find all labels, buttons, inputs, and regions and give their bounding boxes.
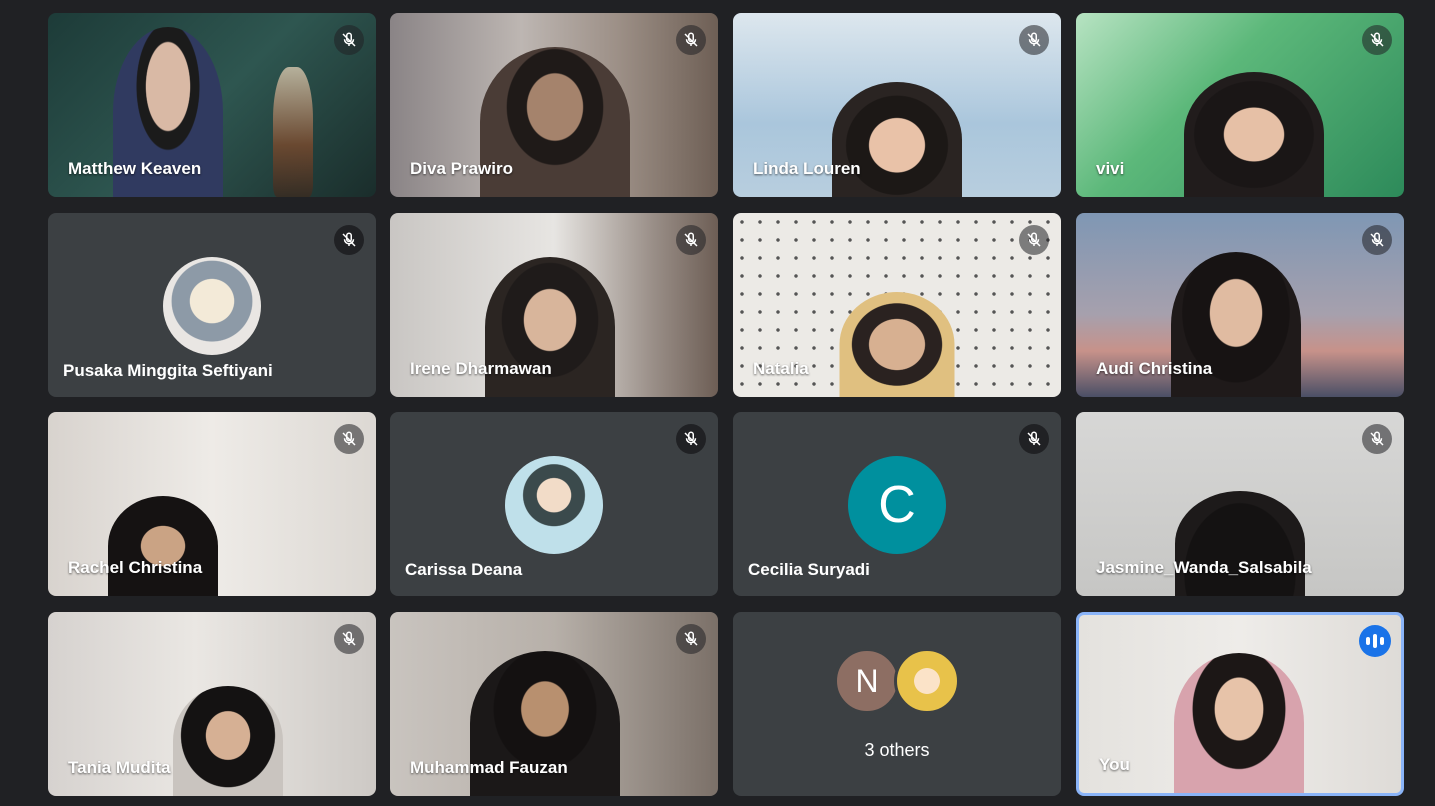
- participant-name: Matthew Keaven: [68, 159, 202, 178]
- mic-off-icon: [334, 424, 364, 454]
- participant-name: Irene Dharmawan: [410, 359, 552, 378]
- tile-vivi[interactable]: vivi: [1076, 13, 1404, 197]
- participant-name: Tania Mudita: [68, 758, 171, 777]
- tile-diva-prawiro[interactable]: Diva Prawiro: [390, 13, 718, 197]
- tile-you[interactable]: You: [1076, 612, 1404, 796]
- avatar-initial: C: [878, 476, 916, 534]
- avatar: C: [848, 456, 946, 554]
- participant-name: Audi Christina: [1096, 359, 1213, 378]
- mic-off-icon: [1362, 225, 1392, 255]
- tile-linda-louren[interactable]: Linda Louren: [733, 13, 1061, 197]
- participant-name: vivi: [1096, 159, 1125, 178]
- tile-others[interactable]: N 3 others: [733, 612, 1061, 796]
- tile-irene-dharmawan[interactable]: Irene Dharmawan: [390, 213, 718, 397]
- mic-off-icon: [676, 25, 706, 55]
- tile-audi-christina[interactable]: Audi Christina: [1076, 213, 1404, 397]
- tile-natalia[interactable]: Natalia: [733, 213, 1061, 397]
- participant-video: [832, 82, 962, 197]
- tile-carissa-deana[interactable]: Carissa Deana: [390, 412, 718, 596]
- mic-off-icon: [334, 25, 364, 55]
- mic-off-icon: [676, 225, 706, 255]
- participant-video: [173, 686, 283, 796]
- mic-off-icon: [1362, 25, 1392, 55]
- mic-off-icon: [1019, 225, 1049, 255]
- participant-name: You: [1099, 755, 1130, 774]
- avatar-initial: N: [855, 662, 879, 699]
- participant-name: Cecilia Suryadi: [748, 560, 870, 579]
- mic-off-icon: [676, 624, 706, 654]
- tile-pusaka-minggita-seftiyani[interactable]: Pusaka Minggita Seftiyani: [48, 213, 376, 397]
- participant-name: Pusaka Minggita Seftiyani: [63, 361, 273, 380]
- mic-off-icon: [334, 624, 364, 654]
- participant-video: [839, 292, 955, 397]
- speaking-indicator-icon: [1359, 625, 1391, 657]
- tile-tania-mudita[interactable]: Tania Mudita: [48, 612, 376, 796]
- participant-video: [108, 496, 218, 596]
- tile-muhammad-fauzan[interactable]: Muhammad Fauzan: [390, 612, 718, 796]
- mic-off-icon: [676, 424, 706, 454]
- avatar: [163, 257, 261, 355]
- others-avatars: N: [834, 648, 960, 714]
- participant-name: Muhammad Fauzan: [410, 758, 568, 777]
- avatar: N: [834, 648, 900, 714]
- mic-off-icon: [334, 225, 364, 255]
- participant-video: [1184, 72, 1324, 197]
- others-count-label: 3 others: [864, 740, 930, 760]
- tile-rachel-christina[interactable]: Rachel Christina: [48, 412, 376, 596]
- avatar: [894, 648, 960, 714]
- participant-video: [1175, 491, 1305, 596]
- participant-name: Jasmine_Wanda_Salsabila: [1096, 558, 1312, 577]
- mic-off-icon: [1019, 424, 1049, 454]
- avatar: [505, 456, 603, 554]
- tile-cecilia-suryadi[interactable]: C Cecilia Suryadi: [733, 412, 1061, 596]
- participant-name: Rachel Christina: [68, 558, 203, 577]
- mic-off-icon: [1362, 424, 1392, 454]
- participant-name: Carissa Deana: [405, 560, 523, 579]
- mic-off-icon: [1019, 25, 1049, 55]
- participant-name: Linda Louren: [753, 159, 861, 178]
- tile-jasmine-wanda-salsabila[interactable]: Jasmine_Wanda_Salsabila: [1076, 412, 1404, 596]
- participant-video: [1174, 653, 1304, 793]
- participant-name: Diva Prawiro: [410, 159, 513, 178]
- tile-matthew-keaven[interactable]: Matthew Keaven: [48, 13, 376, 197]
- game-character: [273, 67, 313, 197]
- participant-name: Natalia: [753, 359, 809, 378]
